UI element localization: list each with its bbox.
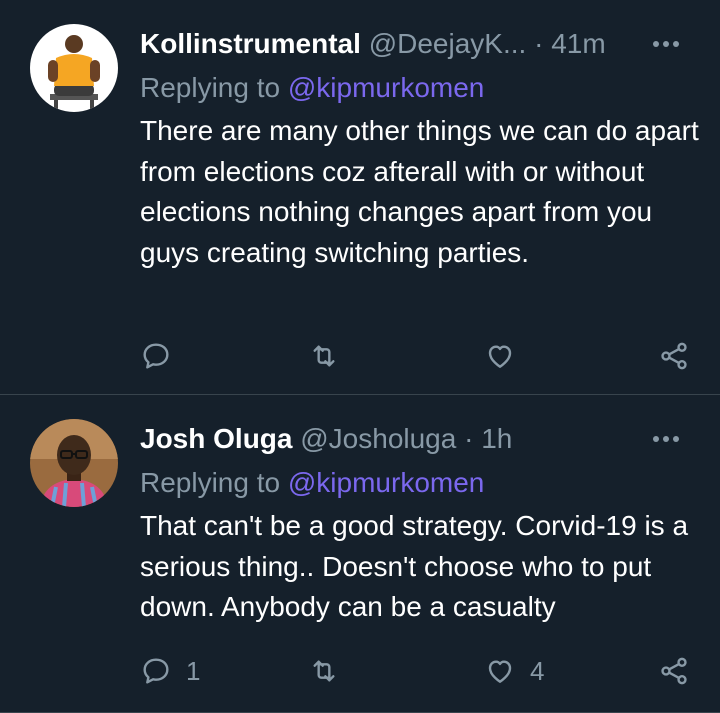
tweet-actions: 1 4	[140, 651, 700, 691]
user-handle[interactable]: @DeejayK...	[369, 28, 527, 59]
replying-to: Replying to @kipmurkomen	[140, 68, 484, 108]
reply-icon	[143, 343, 169, 369]
reply-count: 1	[186, 655, 201, 686]
timestamp[interactable]: 1h	[481, 423, 512, 454]
retweet-icon	[313, 345, 335, 367]
like-button[interactable]: 4	[484, 651, 544, 691]
like-button[interactable]	[484, 336, 530, 376]
avatar-image	[30, 24, 118, 112]
tweet-text: That can't be a good strategy. Corvid-19…	[140, 510, 689, 622]
avatar[interactable]	[30, 24, 118, 112]
reply-button[interactable]: 1	[140, 651, 200, 691]
separator: ·	[534, 28, 544, 59]
retweet-button[interactable]	[308, 336, 354, 376]
separator: ·	[464, 423, 474, 454]
heart-icon	[488, 660, 512, 683]
mention-link[interactable]: @kipmurkomen	[288, 467, 484, 498]
avatar[interactable]	[30, 419, 118, 507]
tweet-actions	[140, 336, 700, 376]
tweet-text: There are many other things we can do ap…	[140, 115, 699, 268]
share-button[interactable]	[658, 651, 690, 691]
share-icon	[661, 657, 687, 685]
tweet-header: Kollinstrumental @DeejayK... · 41m	[140, 24, 700, 64]
user-handle[interactable]: @Josholuga	[300, 423, 456, 454]
share-icon	[661, 342, 687, 370]
tweet-header: Josh Oluga @Josholuga · 1h	[140, 419, 700, 459]
more-icon[interactable]	[646, 419, 686, 459]
more-icon[interactable]	[646, 24, 686, 64]
display-name[interactable]: Josh Oluga	[140, 423, 292, 454]
tweet[interactable]: Kollinstrumental @DeejayK... · 41m Reply…	[0, 0, 720, 395]
avatar-image	[30, 419, 118, 507]
replying-to-label: Replying to	[140, 467, 281, 498]
timestamp[interactable]: 41m	[551, 28, 605, 59]
like-count: 4	[530, 655, 545, 686]
heart-icon	[488, 345, 512, 368]
reply-icon	[143, 658, 169, 684]
tweet[interactable]: Josh Oluga @Josholuga · 1h Replying to @…	[0, 395, 720, 713]
replying-to-label: Replying to	[140, 72, 281, 103]
retweet-icon	[313, 660, 335, 682]
replying-to: Replying to @kipmurkomen	[140, 463, 484, 503]
retweet-button[interactable]	[308, 651, 354, 691]
reply-button[interactable]	[140, 336, 186, 376]
share-button[interactable]	[658, 336, 690, 376]
mention-link[interactable]: @kipmurkomen	[288, 72, 484, 103]
display-name[interactable]: Kollinstrumental	[140, 28, 361, 59]
